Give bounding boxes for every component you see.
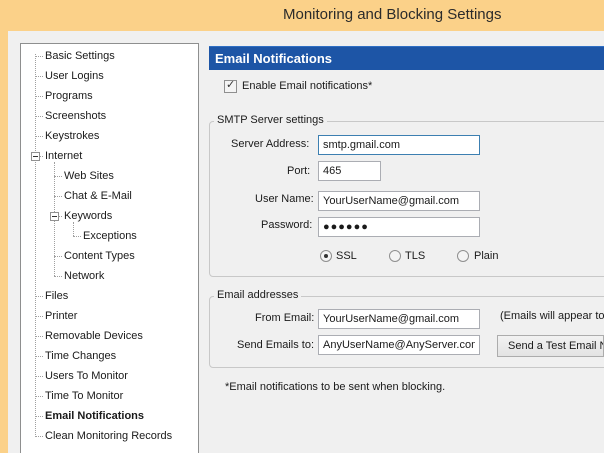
collapse-internet-icon[interactable] (31, 152, 40, 161)
tree-item-email-notifications[interactable]: Email Notifications (43, 408, 146, 425)
tree-item-removable-devices[interactable]: Removable Devices (43, 328, 145, 345)
tls-radio[interactable] (389, 250, 401, 262)
footnote-text: *Email notifications to be sent when blo… (225, 381, 446, 393)
tree-connector (35, 356, 43, 357)
tree-item-keywords[interactable]: Keywords (62, 208, 114, 225)
password-label: Password: (261, 219, 313, 231)
settings-tree[interactable]: Basic Settings User Logins Programs Scre… (20, 43, 199, 453)
tree-item-internet[interactable]: Internet (43, 148, 84, 165)
tree-connector (35, 96, 43, 97)
ssl-radio[interactable] (320, 250, 332, 262)
tree-connector (35, 136, 43, 137)
tree-item-clean-monitoring-records[interactable]: Clean Monitoring Records (43, 428, 174, 445)
tree-connector (35, 56, 43, 57)
title-bar: Monitoring and Blocking Settings (0, 0, 604, 31)
tree-item-user-logins[interactable]: User Logins (43, 68, 106, 85)
window-title: Monitoring and Blocking Settings (283, 6, 502, 23)
smtp-settings-legend: SMTP Server settings (214, 114, 327, 126)
tree-item-chat-email[interactable]: Chat & E-Mail (62, 188, 134, 205)
tree-connector (54, 176, 62, 177)
port-label: Port: (287, 165, 311, 177)
plain-label[interactable]: Plain (474, 250, 498, 262)
user-name-label: User Name: (255, 193, 314, 205)
ssl-label[interactable]: SSL (336, 250, 357, 262)
from-email-label: From Email: (255, 312, 315, 324)
panel-header: Email Notifications (209, 46, 604, 70)
tree-connector (35, 296, 43, 297)
tls-label[interactable]: TLS (405, 250, 425, 262)
enable-email-notifications-label[interactable]: Enable Email notifications* (242, 80, 372, 92)
tree-connector (35, 76, 43, 77)
collapse-keywords-icon[interactable] (50, 212, 59, 221)
email-addresses-group (209, 296, 604, 368)
user-name-input[interactable] (318, 191, 480, 211)
email-addresses-legend: Email addresses (214, 289, 302, 301)
port-input[interactable] (318, 161, 381, 181)
tree-item-basic-settings[interactable]: Basic Settings (43, 48, 117, 65)
tree-item-time-changes[interactable]: Time Changes (43, 348, 118, 365)
send-test-email-button[interactable]: Send a Test Email No (497, 335, 604, 357)
tree-connector (35, 336, 43, 337)
tree-item-exceptions[interactable]: Exceptions (81, 228, 139, 245)
server-address-input[interactable] (318, 135, 480, 155)
plain-radio[interactable] (457, 250, 469, 262)
tree-item-programs[interactable]: Programs (43, 88, 95, 105)
tree-item-users-to-monitor[interactable]: Users To Monitor (43, 368, 130, 385)
send-emails-to-label: Send Emails to: (237, 339, 315, 351)
tree-connector (35, 396, 43, 397)
send-emails-to-input[interactable] (318, 335, 480, 355)
emails-appear-note: (Emails will appear to b (500, 310, 604, 322)
tree-item-keystrokes[interactable]: Keystrokes (43, 128, 101, 145)
server-address-label: Server Address: (231, 138, 310, 150)
tree-connector (73, 236, 81, 237)
enable-email-notifications-checkbox[interactable]: ✓ (224, 79, 237, 93)
check-mark-icon: ✓ (226, 79, 236, 91)
tree-item-screenshots[interactable]: Screenshots (43, 108, 108, 125)
tree-item-time-to-monitor[interactable]: Time To Monitor (43, 388, 125, 405)
tree-item-network[interactable]: Network (62, 268, 106, 285)
tree-connector (54, 256, 62, 257)
tree-item-content-types[interactable]: Content Types (62, 248, 137, 265)
tree-item-files[interactable]: Files (43, 288, 70, 305)
from-email-input[interactable] (318, 309, 480, 329)
tree-connector (35, 316, 43, 317)
tree-connector (35, 436, 43, 437)
tree-connector (35, 416, 43, 417)
password-input[interactable] (318, 217, 480, 237)
tree-connector (54, 276, 62, 277)
tree-connector (54, 196, 62, 197)
tree-connector (35, 376, 43, 377)
tree-connector (35, 54, 36, 437)
tree-connector (35, 116, 43, 117)
tree-item-printer[interactable]: Printer (43, 308, 79, 325)
tree-item-web-sites[interactable]: Web Sites (62, 168, 116, 185)
